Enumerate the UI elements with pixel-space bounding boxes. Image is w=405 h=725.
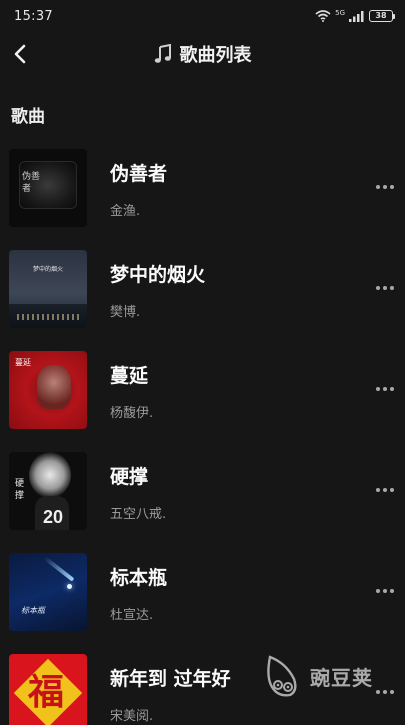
wifi-icon — [315, 10, 331, 22]
more-options-button[interactable] — [371, 281, 399, 295]
album-cover: 标本瓶 — [9, 553, 87, 631]
song-artist: 宋美阅. — [110, 709, 154, 724]
music-note-icon — [154, 44, 171, 63]
song-title: 蔓延 — [110, 365, 149, 387]
album-cover: 福 — [9, 654, 87, 725]
album-cover: 伪善者 — [9, 149, 87, 227]
cover-art-text: 伪善者 — [22, 172, 41, 194]
song-artist: 五空八戒. — [110, 507, 167, 522]
song-row[interactable]: 20 硬撑 硬撑 五空八戒. — [0, 450, 405, 550]
more-options-button[interactable] — [371, 483, 399, 497]
album-cover: 蔓延 — [9, 351, 87, 429]
cover-art-text: 蔓延 — [15, 358, 31, 367]
signal-icon — [349, 11, 364, 22]
song-artist: 杨馥伊. — [110, 406, 154, 421]
song-artist: 金渔. — [110, 204, 141, 219]
album-cover: 20 硬撑 — [9, 452, 87, 530]
cover-art-text: 梦中的烟火 — [33, 266, 64, 273]
more-options-button[interactable] — [371, 685, 399, 699]
song-title: 伪善者 — [110, 163, 168, 185]
more-options-button[interactable] — [371, 584, 399, 598]
more-options-button[interactable] — [371, 382, 399, 396]
more-options-button[interactable] — [371, 180, 399, 194]
section-title: 歌曲 — [11, 107, 45, 127]
song-title: 梦中的烟火 — [110, 264, 206, 286]
watermark-text: 豌豆荚 — [310, 665, 373, 690]
album-cover: 梦中的烟火 — [9, 250, 87, 328]
chevron-left-icon — [14, 44, 26, 64]
watermark: 豌豆荚 — [264, 653, 373, 699]
page-title-text: 歌曲列表 — [179, 45, 252, 66]
song-title: 新年到 过年好 — [110, 668, 231, 690]
song-title: 标本瓶 — [110, 567, 168, 589]
status-bar: 15:37 5G 38 — [0, 0, 405, 32]
song-row[interactable]: 标本瓶 标本瓶 杜宣达. — [0, 551, 405, 651]
status-icons: 5G 38 — [315, 8, 395, 22]
back-button[interactable] — [6, 40, 34, 68]
song-row[interactable]: 蔓延 蔓延 杨馥伊. — [0, 349, 405, 449]
page-title: 歌曲列表 — [154, 41, 252, 67]
song-row[interactable]: 伪善者 伪善者 金渔. — [0, 147, 405, 247]
status-time: 15:37 — [14, 8, 53, 24]
cover-art-text: 福 — [28, 671, 65, 713]
cover-art-text: 标本瓶 — [21, 606, 45, 615]
song-artist: 杜宣达. — [110, 608, 154, 623]
song-title: 硬撑 — [110, 466, 149, 488]
battery-level: 38 — [375, 11, 387, 20]
cover-art-text: 硬撑 — [15, 479, 25, 501]
nav-header: 歌曲列表 — [0, 32, 405, 76]
battery-icon: 38 — [369, 10, 395, 22]
network-type: 5G — [335, 8, 345, 17]
pea-pod-icon — [267, 655, 297, 697]
song-artist: 樊博. — [110, 305, 141, 320]
song-row[interactable]: 梦中的烟火 梦中的烟火 樊博. — [0, 248, 405, 348]
